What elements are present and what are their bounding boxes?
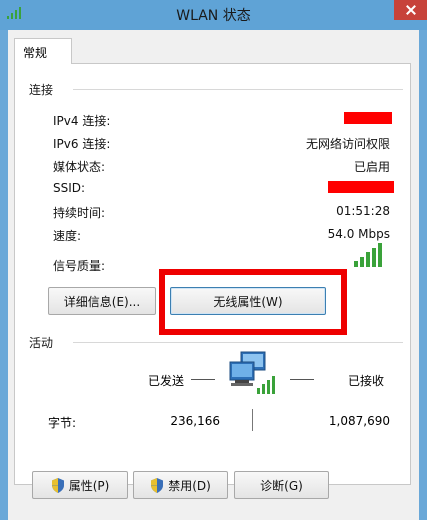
signal-quality-label: 信号质量: [53,259,106,273]
uac-shield-icon [151,477,164,493]
window-title: WLAN 状态 [176,8,251,24]
received-line [290,379,314,380]
disable-button-label: 禁用(D) [168,478,211,493]
close-button[interactable] [394,0,427,20]
dialog-body: 常规 连接 IPv4 连接: IPv6 连接: 无网络访问权限 媒体状态: 已启… [8,30,419,520]
signal-strength-icon [354,243,382,267]
bytes-sent-value: 236,166 [170,414,220,428]
media-state-label: 媒体状态: [53,160,106,174]
speed-label: 速度: [53,229,82,243]
details-button[interactable]: 详细信息(E)... [48,287,156,315]
sent-line [191,379,215,380]
properties-button-label: 属性(P) [68,478,110,493]
connection-divider [73,89,403,90]
bytes-received-value: 1,087,690 [328,414,390,428]
tab-panel-general: 连接 IPv4 连接: IPv6 连接: 无网络访问权限 媒体状态: 已启用 S… [14,63,411,499]
network-computers-icon [229,351,275,394]
ipv4-label: IPv4 连接: [53,114,111,128]
ssid-label: SSID: [53,181,86,195]
duration-label: 持续时间: [53,206,106,220]
disable-button[interactable]: 禁用(D) [133,471,228,499]
uac-shield-icon [51,477,64,493]
sent-label: 已发送 [148,374,185,388]
connection-section-label: 连接 [29,83,54,97]
activity-divider [73,342,403,343]
media-state-value: 已启用 [353,160,390,174]
duration-value: 01:51:28 [336,204,390,218]
activity-section-label: 活动 [29,336,54,350]
diagnose-button[interactable]: 诊断(G) [234,471,329,499]
ipv6-value: 无网络访问权限 [305,137,390,151]
wireless-properties-button[interactable]: 无线属性(W) [170,287,326,315]
ipv6-label: IPv6 连接: [53,137,111,151]
speed-value: 54.0 Mbps [327,227,390,241]
received-label: 已接收 [348,374,385,388]
ipv4-value-redacted [344,112,392,124]
tab-general[interactable]: 常规 [14,38,72,64]
title-bar[interactable]: WLAN 状态 [0,0,427,30]
bytes-label: 字节: [48,416,77,430]
ssid-value-redacted [328,181,394,193]
properties-button[interactable]: 属性(P) [32,471,128,499]
bytes-separator [252,409,253,431]
